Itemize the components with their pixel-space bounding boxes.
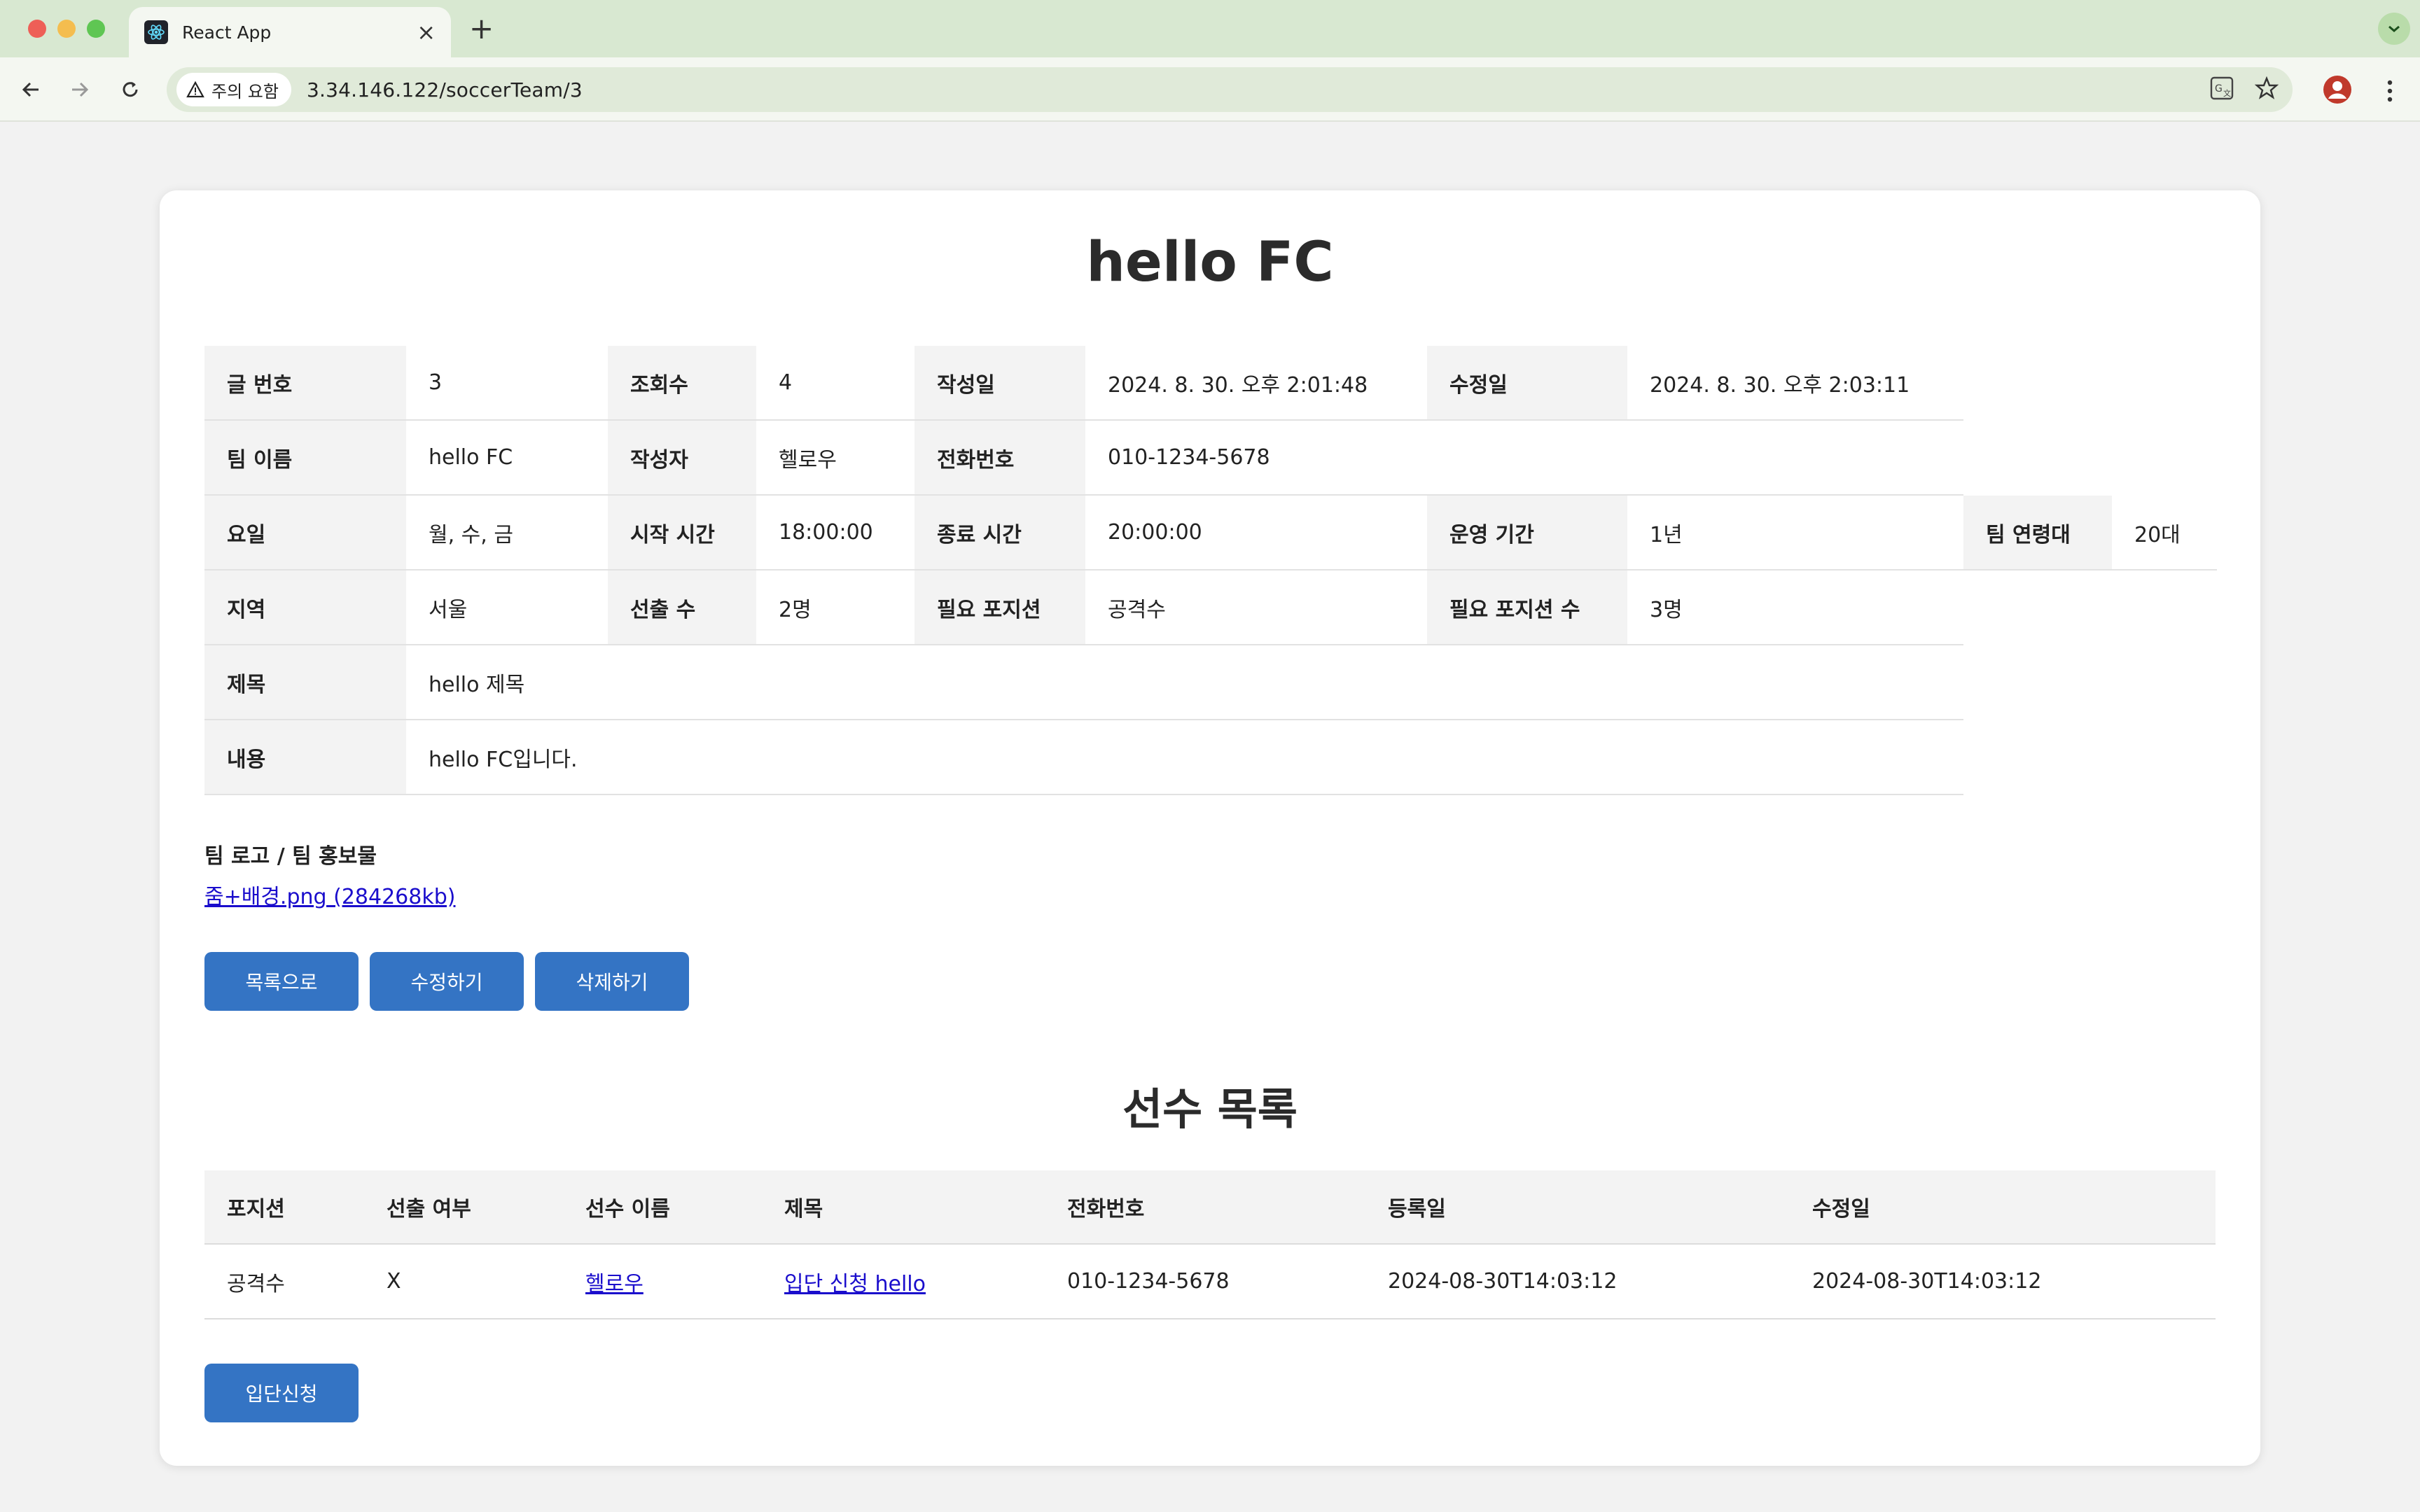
label-days: 요일 [204,496,406,569]
column-header-subject: 제목 [784,1197,823,1222]
value-start-time: 18:00:00 [756,496,915,569]
warning-icon [186,81,204,98]
value-elite-count: 2명 [756,570,915,644]
label-duration: 운영 기간 [1427,496,1627,569]
page-title: hello FC [1086,231,1334,294]
svg-text:G: G [2215,83,2223,94]
label-post-number: 글 번호 [204,346,406,419]
info-row: 제목 hello 제목 [204,645,1963,720]
value-views: 4 [756,346,915,419]
table-row: 공격수 X 헬로우 입단 신청 hello 010-1234-5678 2024… [204,1245,2216,1320]
value-days: 월, 수, 금 [406,496,608,569]
column-header-elite: 선출 여부 [387,1197,471,1222]
label-updated-at: 수정일 [1427,346,1627,419]
new-tab-icon[interactable]: + [469,11,494,46]
player-name-link[interactable]: 헬로우 [585,1266,644,1297]
security-warning-chip[interactable]: 주의 요함 [176,73,291,106]
value-team-name: hello FC [406,421,608,494]
bookmark-star-icon[interactable] [2254,76,2279,103]
back-to-list-button[interactable]: 목록으로 [204,952,359,1011]
cell-phone: 010-1234-5678 [1067,1269,1230,1294]
column-header-player-name: 선수 이름 [585,1197,670,1222]
window-close-button[interactable] [28,20,46,38]
react-icon [144,20,168,44]
content-card: hello FC 글 번호 3 조회수 4 작성일 2024. 8. 30. 오… [160,190,2260,1466]
info-row: 내용 hello FC입니다. [204,720,1963,795]
label-views: 조회수 [608,346,756,419]
label-needed-position-count: 필요 포지션 수 [1427,570,1627,644]
label-age-group: 팀 연령대 [1963,496,2112,569]
players-table-header: 포지션 선출 여부 선수 이름 제목 전화번호 등록일 수정일 [204,1170,2216,1245]
label-author: 작성자 [608,421,756,494]
browser-tabstrip: React App × + [0,0,2420,57]
value-needed-position: 공격수 [1085,570,1427,644]
window-maximize-button[interactable] [87,20,105,38]
cell-position: 공격수 [227,1271,285,1296]
value-phone: 010-1234-5678 [1085,421,1963,494]
value-end-time: 20:00:00 [1085,496,1427,569]
label-content: 내용 [204,720,406,794]
profile-avatar-icon[interactable] [2322,74,2353,105]
label-created-at: 작성일 [915,346,1085,419]
application-subject-link[interactable]: 입단 신청 hello [784,1266,926,1297]
info-row: 요일 월, 수, 금 시작 시간 18:00:00 종료 시간 20:00:00… [204,496,2217,570]
column-header-updated: 수정일 [1812,1197,1870,1222]
value-post-number: 3 [406,346,608,419]
label-subject: 제목 [204,645,406,719]
value-subject: hello 제목 [406,645,1963,719]
address-bar[interactable]: 주의 요함 3.34.146.122/soccerTeam/3 G文 [167,67,2293,112]
browser-tab-active[interactable]: React App × [129,7,451,57]
attachment-link[interactable]: 줌+배경.png (284268kb) [204,879,455,910]
column-header-position: 포지션 [227,1197,285,1222]
value-author: 헬로우 [756,421,915,494]
join-request-button[interactable]: 입단신청 [204,1364,359,1422]
url-text[interactable]: 3.34.146.122/soccerTeam/3 [307,78,583,102]
value-age-group: 20대 [2112,496,2217,569]
delete-button[interactable]: 삭제하기 [535,952,689,1011]
tab-close-icon[interactable]: × [417,21,436,43]
label-start-time: 시작 시간 [608,496,756,569]
label-team-name: 팀 이름 [204,421,406,494]
label-elite-count: 선출 수 [608,570,756,644]
column-header-phone: 전화번호 [1067,1197,1145,1222]
translate-icon[interactable]: G文 [2210,76,2234,103]
window-minimize-button[interactable] [57,20,76,38]
value-duration: 1년 [1627,496,1963,569]
reload-icon[interactable] [113,73,147,106]
label-needed-position: 필요 포지션 [915,570,1085,644]
cell-updated: 2024-08-30T14:03:12 [1812,1269,2042,1294]
value-created-at: 2024. 8. 30. 오후 2:01:48 [1085,346,1427,419]
label-phone: 전화번호 [915,421,1085,494]
cell-registered: 2024-08-30T14:03:12 [1388,1269,1618,1294]
label-region: 지역 [204,570,406,644]
value-content: hello FC입니다. [406,720,1963,794]
tab-title: React App [182,22,272,43]
browser-toolbar: 주의 요함 3.34.146.122/soccerTeam/3 G文 [0,57,2420,122]
info-row: 지역 서울 선출 수 2명 필요 포지션 공격수 필요 포지션 수 3명 [204,570,1963,645]
value-updated-at: 2024. 8. 30. 오후 2:03:11 [1627,346,1963,419]
tab-search-icon[interactable] [2378,13,2410,45]
players-section-title: 선수 목록 [1122,1084,1298,1135]
label-end-time: 종료 시간 [915,496,1085,569]
value-region: 서울 [406,570,608,644]
cell-elite: X [387,1269,401,1294]
column-header-registered: 등록일 [1388,1197,1446,1222]
value-needed-position-count: 3명 [1627,570,1963,644]
back-icon[interactable] [14,73,48,106]
attachment-label: 팀 로고 / 팀 홍보물 [204,844,377,869]
svg-text:文: 文 [2223,88,2231,98]
edit-button[interactable]: 수정하기 [370,952,524,1011]
forward-icon[interactable] [63,73,97,106]
browser-menu-icon[interactable] [2379,76,2400,106]
info-row: 팀 이름 hello FC 작성자 헬로우 전화번호 010-1234-5678 [204,421,1963,496]
info-row: 글 번호 3 조회수 4 작성일 2024. 8. 30. 오후 2:01:48… [204,346,1963,421]
security-label: 주의 요함 [211,81,279,102]
